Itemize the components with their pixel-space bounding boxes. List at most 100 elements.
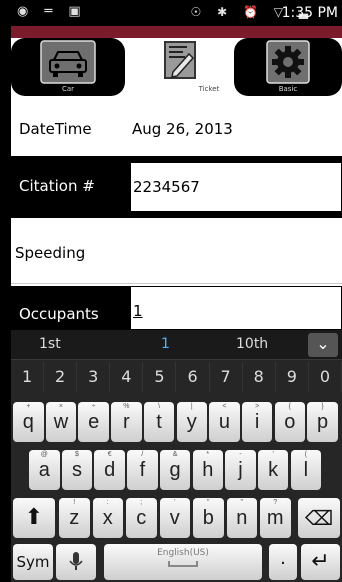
key-letter-label: y xyxy=(186,411,197,433)
voice-input-key[interactable] xyxy=(56,544,96,580)
number-key[interactable]: 9 xyxy=(276,362,309,392)
letter-key[interactable]: ' k xyxy=(257,450,289,490)
ticket-edit-icon xyxy=(164,41,196,79)
number-key[interactable]: 8 xyxy=(243,362,276,392)
tab-car[interactable]: Car xyxy=(11,38,125,96)
key-letter-label: a xyxy=(38,459,50,481)
letter-key[interactable]: {o xyxy=(274,402,306,442)
letter-key[interactable]: ? m xyxy=(260,498,291,538)
letter-key[interactable]: > i xyxy=(241,402,273,442)
number-key[interactable]: 1 xyxy=(11,362,45,392)
letter-key[interactable]: € d xyxy=(94,450,125,490)
letter-key[interactable]: × w xyxy=(45,402,77,442)
shift-key[interactable]: ⬆ xyxy=(13,498,55,538)
key-letter-label: z xyxy=(69,507,80,529)
letter-key[interactable]: % r xyxy=(111,402,142,442)
key-letter-label: r xyxy=(123,411,130,433)
letter-key[interactable]: -j xyxy=(225,450,256,490)
letter-key[interactable]: (l xyxy=(290,450,322,490)
letter-key[interactable]: ! z xyxy=(59,498,90,538)
datetime-value[interactable]: Aug 26, 2013 xyxy=(132,120,233,138)
alt-symbol-label: ( xyxy=(304,451,308,458)
citation-input[interactable]: 2234567 xyxy=(130,162,342,212)
letter-key[interactable]: ' v xyxy=(159,498,190,538)
datetime-label: DateTime xyxy=(19,120,92,138)
key-letter-label: g xyxy=(169,459,181,481)
shift-icon: ⬆ xyxy=(24,505,44,530)
sym-key[interactable]: Sym xyxy=(13,544,53,580)
letter-key[interactable]: } p xyxy=(307,402,338,442)
suggestion-3[interactable]: 10th xyxy=(236,336,268,352)
number-key[interactable]: 7 xyxy=(210,362,243,392)
number-row: 1234567890 xyxy=(11,362,342,394)
key-letter-label: c xyxy=(136,507,147,529)
letter-key[interactable]: " n xyxy=(226,498,257,538)
key-letter-label: u xyxy=(218,411,230,433)
alt-symbol-label: ' xyxy=(174,499,176,506)
alt-symbol-label: × xyxy=(58,403,63,410)
occupants-label: Occupants xyxy=(19,305,99,323)
key-letter-label: w xyxy=(53,411,69,433)
key-row-3: ! z: x; c ' v " b " n? m xyxy=(11,498,342,540)
alt-symbol-label: * xyxy=(206,451,210,458)
letter-key[interactable]: & g xyxy=(159,450,191,490)
letter-key[interactable]: < u xyxy=(209,402,240,442)
space-key[interactable]: English(US) xyxy=(104,544,262,580)
violation-value: Speeding xyxy=(15,244,86,262)
period-key-label: . xyxy=(280,548,286,569)
number-key[interactable]: 4 xyxy=(110,362,144,392)
letter-key[interactable]: \ t xyxy=(143,402,175,442)
key-letter-label: m xyxy=(266,507,284,529)
key-letter-label: q xyxy=(22,411,34,433)
suggestion-2[interactable]: 1 xyxy=(161,336,170,352)
backspace-key[interactable]: ⌫ xyxy=(298,498,340,538)
alt-symbol-label: & xyxy=(172,451,178,458)
period-key[interactable]: . xyxy=(269,544,297,580)
letter-key[interactable]: | y xyxy=(176,402,207,442)
suggestion-1[interactable]: 1st xyxy=(39,336,61,352)
enter-icon: ↵ xyxy=(311,549,330,574)
citation-label: Citation # xyxy=(19,177,95,195)
letter-key[interactable]: :x xyxy=(92,498,123,538)
tab-basic-label: Basic xyxy=(278,85,298,93)
number-key[interactable]: 3 xyxy=(77,362,111,392)
alt-symbol-label: / xyxy=(141,451,144,458)
number-key[interactable]: 2 xyxy=(44,362,78,392)
enter-key[interactable]: ↵ xyxy=(301,544,340,580)
number-key[interactable]: 6 xyxy=(177,362,210,392)
letter-key[interactable]: " b xyxy=(193,498,224,538)
key-letter-label: b xyxy=(202,507,214,529)
key-letter-label: j xyxy=(238,459,243,481)
letter-key[interactable]: @ a xyxy=(29,450,60,490)
tab-basic[interactable]: Basic xyxy=(234,38,342,96)
car-icon xyxy=(40,40,96,84)
key-letter-label: o xyxy=(284,411,296,433)
key-letter-label: i xyxy=(254,411,260,433)
tab-ticket[interactable]: Ticket xyxy=(151,38,219,96)
key-letter-label: d xyxy=(104,459,116,481)
letter-key[interactable]: $ s xyxy=(61,450,93,490)
number-key[interactable]: 5 xyxy=(143,362,177,392)
alt-symbol-label: ? xyxy=(273,499,278,506)
letter-key[interactable]: / f xyxy=(127,450,158,490)
letter-key[interactable]: ; c xyxy=(126,498,157,538)
alt-symbol-label: { xyxy=(288,403,292,410)
sym-key-label: Sym xyxy=(16,553,50,571)
collapse-suggestions-button[interactable]: ⌄ xyxy=(308,333,338,357)
letter-key[interactable]: + q xyxy=(13,402,44,442)
soft-keyboard: 1st 1 10th ⌄ 1234567890 + q × w ÷ e% r \ t | y < u > i… xyxy=(11,330,342,582)
tab-car-label: Car xyxy=(61,85,75,93)
key-letter-label: k xyxy=(268,459,279,481)
letter-key[interactable]: * h xyxy=(192,450,223,490)
alt-symbol-label: ! xyxy=(73,499,76,506)
occupants-input[interactable]: 1 xyxy=(130,286,342,330)
tab-ticket-label: Ticket xyxy=(198,85,220,93)
microphone-icon xyxy=(69,552,83,570)
key-row-1: + q × w ÷ e% r \ t | y < u > i{o} p xyxy=(11,402,342,444)
key-letter-label: s xyxy=(71,459,82,481)
key-letter-label: n xyxy=(236,507,248,529)
violation-field[interactable]: Speeding xyxy=(11,222,342,284)
letter-key[interactable]: ÷ e xyxy=(78,402,109,442)
alt-symbol-label: " xyxy=(207,499,210,506)
number-key[interactable]: 0 xyxy=(309,362,342,392)
